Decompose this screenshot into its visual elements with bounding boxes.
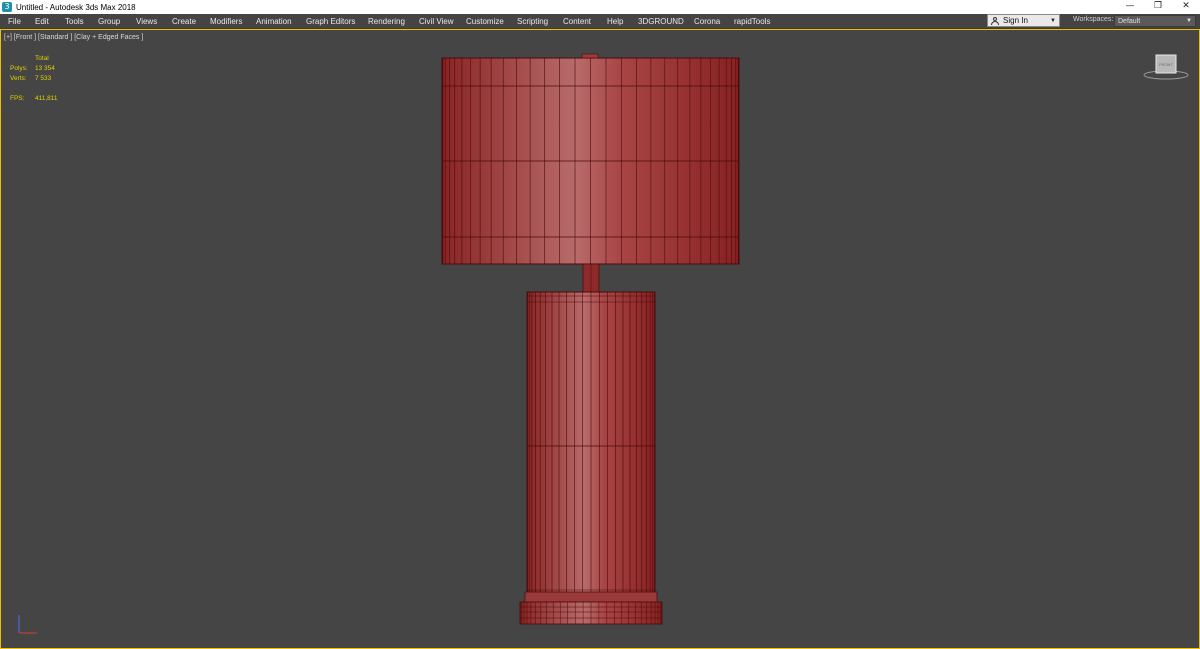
close-button[interactable]: ✕ <box>1172 0 1200 14</box>
menu-file[interactable]: File <box>8 17 21 26</box>
sign-in-dropdown[interactable]: Sign In ▼ <box>987 14 1060 27</box>
chevron-down-icon: ▼ <box>1186 18 1192 24</box>
menu-scripting[interactable]: Scripting <box>517 17 548 26</box>
menu-3dground[interactable]: 3DGROUND <box>638 17 684 26</box>
menu-rendering[interactable]: Rendering <box>368 17 405 26</box>
workspaces-value: Default <box>1118 18 1141 25</box>
user-icon <box>991 16 999 25</box>
restore-button[interactable]: ❐ <box>1144 0 1172 14</box>
menu-modifiers[interactable]: Modifiers <box>210 17 242 26</box>
lamp-neck[interactable] <box>582 263 600 293</box>
menu-civil-view[interactable]: Civil View <box>419 17 454 26</box>
menu-group[interactable]: Group <box>98 17 120 26</box>
lamp-base[interactable] <box>519 591 663 625</box>
menu-views[interactable]: Views <box>136 17 157 26</box>
menu-rapidtools[interactable]: rapidTools <box>734 17 770 26</box>
viewport-front[interactable]: [+] [Front ] [Standard ] [Clay + Edged F… <box>0 29 1200 649</box>
workspaces-label: Workspaces: <box>1073 16 1114 23</box>
window-title: Untitled - Autodesk 3ds Max 2018 <box>16 2 136 12</box>
chevron-down-icon: ▼ <box>1050 18 1056 24</box>
menu-customize[interactable]: Customize <box>466 17 504 26</box>
title-bar: 3 Untitled - Autodesk 3ds Max 2018 — ❐ ✕ <box>0 0 1200 14</box>
menu-corona[interactable]: Corona <box>694 17 720 26</box>
lamp-shade[interactable] <box>441 53 740 265</box>
workspaces-select[interactable]: Default ▼ <box>1114 15 1196 27</box>
menu-graph-editors[interactable]: Graph Editors <box>306 17 355 26</box>
minimize-button[interactable]: — <box>1116 0 1144 14</box>
menu-animation[interactable]: Animation <box>256 17 292 26</box>
menu-tools[interactable]: Tools <box>65 17 84 26</box>
menu-content[interactable]: Content <box>563 17 591 26</box>
axis-tripod <box>18 615 37 634</box>
lamp-body[interactable] <box>526 291 656 601</box>
menu-help[interactable]: Help <box>607 17 623 26</box>
menu-create[interactable]: Create <box>172 17 196 26</box>
sign-in-label: Sign In <box>1003 16 1028 25</box>
window-controls: — ❐ ✕ <box>1116 0 1200 14</box>
menu-edit[interactable]: Edit <box>35 17 49 26</box>
lamp-model[interactable] <box>1 30 1199 648</box>
app-icon: 3 <box>2 2 12 12</box>
